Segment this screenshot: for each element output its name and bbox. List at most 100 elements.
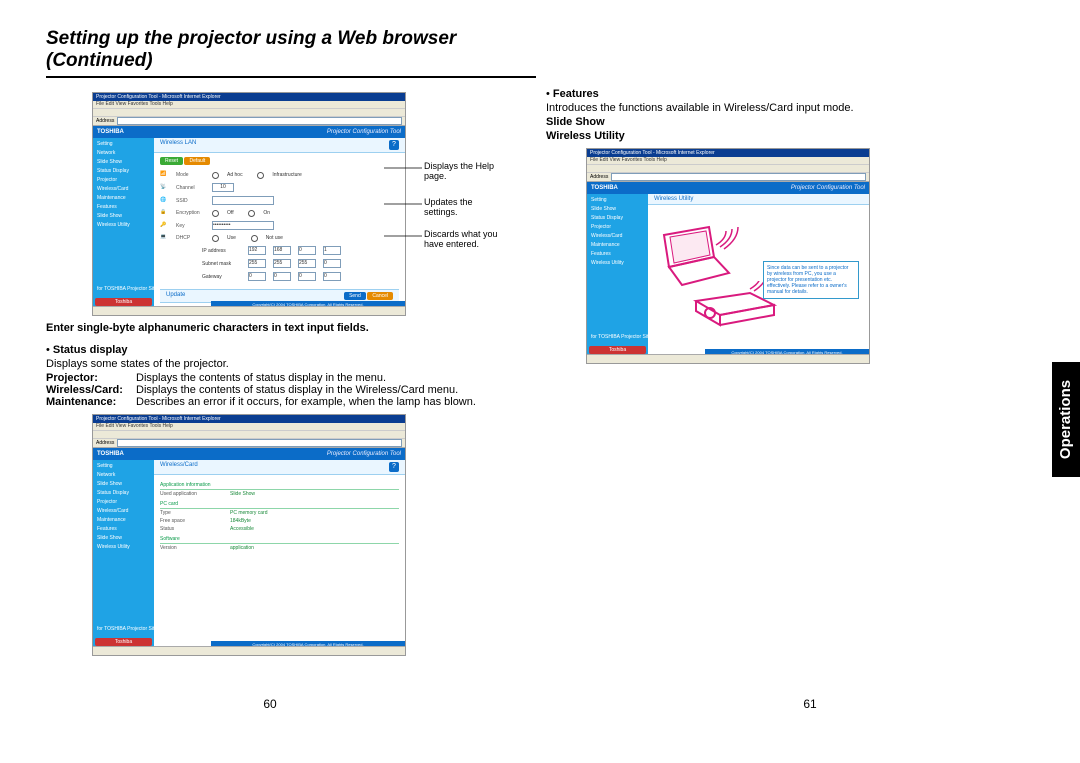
brand-logo: TOSHIBA [97, 129, 124, 135]
sidebar-item[interactable]: Wireless/Card [95, 185, 152, 193]
sidebar-item[interactable]: Projector [589, 223, 646, 231]
sidebar-item[interactable]: Features [95, 203, 152, 211]
sidebar-item[interactable]: Maintenance [589, 241, 646, 249]
channel-label: Channel [176, 185, 206, 191]
radio[interactable] [212, 210, 219, 217]
radio[interactable] [251, 235, 258, 242]
address-input[interactable] [117, 439, 402, 447]
dhcp-icon: 💻 [160, 234, 170, 242]
mask-input[interactable]: 255 [298, 259, 316, 268]
help-icon[interactable]: ? [389, 140, 399, 150]
section-title: PC card [160, 500, 399, 509]
def-projector-label: Projector: [46, 372, 136, 384]
sidebar-item[interactable]: Maintenance [95, 516, 152, 524]
sidebar-item[interactable]: Slide Show [95, 158, 152, 166]
ssid-input[interactable] [212, 196, 274, 205]
cancel-button[interactable]: Cancel [367, 292, 393, 300]
mode-icon: 📶 [160, 171, 170, 179]
browser-toolbar [93, 109, 405, 117]
info-val: application [230, 545, 254, 551]
mask-label: Subnet mask [202, 261, 242, 267]
ip-input[interactable]: 1 [323, 246, 341, 255]
opt: Off [227, 210, 234, 216]
reset-button[interactable]: Reset [160, 157, 183, 165]
mask-input[interactable]: 0 [323, 259, 341, 268]
tool-label: Projector Configuration Tool [327, 451, 401, 457]
ip-input[interactable]: 0 [298, 246, 316, 255]
main-title: Wireless/Card [160, 462, 198, 472]
mask-input[interactable]: 255 [248, 259, 266, 268]
browser-address-bar: Address [93, 117, 405, 126]
info-key: Version [160, 545, 230, 551]
radio[interactable] [212, 235, 219, 242]
encryption-icon: 🔒 [160, 209, 170, 217]
address-label: Address [96, 440, 114, 446]
sidebar-item[interactable]: Wireless/Card [589, 232, 646, 240]
address-input[interactable] [611, 173, 866, 181]
wireless-utility-label: Wireless Utility [546, 130, 625, 142]
key-input[interactable]: •••••••••• [212, 221, 274, 230]
gw-input[interactable]: 0 [273, 272, 291, 281]
info-val: 184kByte [230, 518, 251, 524]
sidebar-item[interactable]: Slide Show [95, 480, 152, 488]
sidebar-item[interactable]: Projector [95, 498, 152, 506]
toshiba-button[interactable]: Toshiba [95, 298, 152, 306]
sidebar-item[interactable]: Features [589, 250, 646, 258]
mask-input[interactable]: 255 [273, 259, 291, 268]
address-input[interactable] [117, 117, 402, 125]
sidebar-footer: for TOSHIBA Projector Site [589, 333, 646, 341]
key-label: Key [176, 223, 206, 229]
help-icon[interactable]: ? [389, 462, 399, 472]
brand-logo: TOSHIBA [97, 451, 124, 457]
gw-label: Gateway [202, 274, 242, 280]
sidebar-item[interactable]: Features [95, 525, 152, 533]
toshiba-button[interactable]: Toshiba [589, 346, 646, 354]
ip-input[interactable]: 192 [248, 246, 266, 255]
sidebar-item[interactable]: Setting [95, 462, 152, 470]
gw-input[interactable]: 0 [323, 272, 341, 281]
sidebar-item[interactable]: Projector [95, 176, 152, 184]
sidebar-item[interactable]: Slide Show [95, 534, 152, 542]
send-button[interactable]: Send [344, 292, 366, 300]
page-number-left: 60 [0, 697, 540, 711]
default-button[interactable]: Default [184, 157, 210, 165]
browser-menubar: File Edit View Favorites Tools Help [587, 157, 869, 165]
browser-menubar: File Edit View Favorites Tools Help [93, 101, 405, 109]
radio[interactable] [248, 210, 255, 217]
toshiba-button[interactable]: Toshiba [95, 638, 152, 646]
sidebar-item[interactable]: Status Display [95, 167, 152, 175]
info-key: Free space [160, 518, 230, 524]
sidebar-item[interactable]: Wireless Utility [95, 221, 152, 229]
sidebar-item[interactable]: Slide Show [95, 212, 152, 220]
ssid-icon: 🌐 [160, 197, 170, 205]
config-sidebar: Setting Slide Show Status Display Projec… [587, 194, 648, 356]
sidebar-item[interactable]: Slide Show [589, 205, 646, 213]
sidebar-item[interactable]: Wireless Utility [95, 543, 152, 551]
sidebar-item[interactable]: Network [95, 149, 152, 157]
sidebar-item[interactable]: Wireless Utility [589, 259, 646, 267]
def-wireless-val: Displays the contents of status display … [136, 384, 486, 396]
mode-label: Mode [176, 172, 206, 178]
address-label: Address [590, 174, 608, 180]
opt: On [263, 210, 270, 216]
sidebar-item[interactable]: Status Display [95, 489, 152, 497]
config-sidebar: Setting Network Slide Show Status Displa… [93, 138, 154, 308]
status-display-desc: Displays some states of the projector. [46, 358, 486, 370]
note-alphanumeric: Enter single-byte alphanumeric character… [46, 322, 486, 334]
gw-input[interactable]: 0 [298, 272, 316, 281]
page-heading: Setting up the projector using a Web bro… [46, 28, 536, 78]
sidebar-item[interactable]: Network [95, 471, 152, 479]
ip-label: IP address [202, 248, 242, 254]
slide-show-label: Slide Show [546, 116, 605, 128]
sidebar-item[interactable]: Wireless/Card [95, 507, 152, 515]
sidebar-item[interactable]: Status Display [589, 214, 646, 222]
channel-input[interactable]: 10 [212, 183, 234, 192]
radio[interactable] [212, 172, 219, 179]
sidebar-item[interactable]: Maintenance [95, 194, 152, 202]
sidebar-item[interactable]: Setting [95, 140, 152, 148]
radio[interactable] [257, 172, 264, 179]
gw-input[interactable]: 0 [248, 272, 266, 281]
ip-input[interactable]: 168 [273, 246, 291, 255]
key-icon: 🔑 [160, 222, 170, 230]
sidebar-item[interactable]: Setting [589, 196, 646, 204]
